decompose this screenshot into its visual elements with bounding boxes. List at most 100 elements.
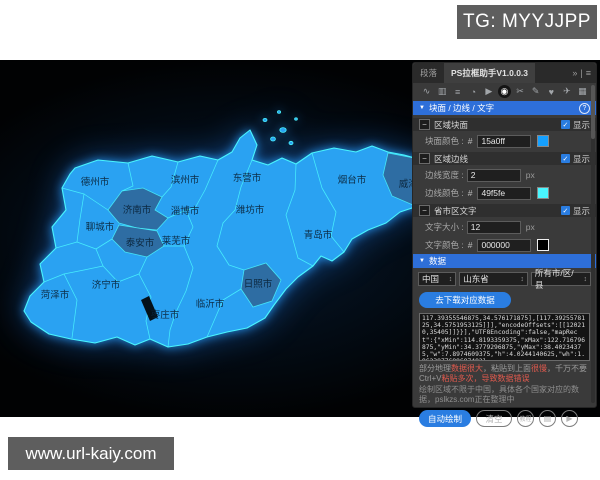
action-buttons: 自动绘制 清空 教程 ▤ ▶ xyxy=(419,410,590,427)
edge-show-label: 显示 xyxy=(573,153,590,165)
map-city-label: 莱芜市 xyxy=(162,235,191,247)
block-color-swatch[interactable] xyxy=(537,135,549,147)
warning-text-segment: ，粘贴到上面 xyxy=(483,364,531,373)
edge-width-label: 边线宽度 : xyxy=(425,169,464,181)
edge-width-input[interactable]: 2 xyxy=(467,169,521,182)
plane-icon[interactable]: ✈ xyxy=(560,85,573,98)
country-select-value: 中国 xyxy=(422,273,439,285)
map-city-label: 德州市 xyxy=(81,176,110,188)
tab-paragraph[interactable]: 段落 xyxy=(413,63,444,83)
align-list-icon[interactable]: ≡ xyxy=(451,85,464,98)
bar-chart-icon[interactable]: ▥ xyxy=(436,85,449,98)
collapse-block-icon[interactable]: − xyxy=(419,119,430,130)
text-show-label: 显示 xyxy=(573,205,590,217)
map-city-label: 烟台市 xyxy=(338,174,367,186)
block-section-header: − 区域块面 ✓ 显示 xyxy=(413,118,596,131)
line-chart-icon[interactable]: ∿ xyxy=(420,85,433,98)
map-city-label: 日照市 xyxy=(244,278,273,290)
edge-color-swatch[interactable] xyxy=(537,187,549,199)
block-color-row: 块面颜色 : # 15a0ff xyxy=(413,133,596,149)
globe-icon[interactable]: ◉ xyxy=(498,85,511,98)
warning-text-segment: 部分地理 xyxy=(419,364,451,373)
triangle-icon: ▼ xyxy=(419,105,425,111)
pie-chart-icon[interactable]: ◔ xyxy=(467,85,480,98)
province-select[interactable]: 山东省 ↕ xyxy=(459,272,528,286)
edge-width-unit: px xyxy=(526,170,535,180)
map-city-label: 临沂市 xyxy=(196,298,225,310)
map-city-label: 滨州市 xyxy=(171,174,200,186)
data-warning: 部分地理数据很大，粘贴到上面很慢，千万不要Ctrl+V粘贴多次，导致数据错误 xyxy=(419,364,590,383)
map-city-label: 东营市 xyxy=(233,172,262,184)
map-city-label: 聊城市 xyxy=(86,221,115,233)
heart-icon[interactable]: ♥ xyxy=(545,85,558,98)
edge-color-hash: # xyxy=(468,188,473,198)
edge-color-input[interactable]: 49f5fe xyxy=(477,187,531,200)
grid-icon[interactable]: ▦ xyxy=(576,85,589,98)
text-size-input[interactable]: 12 xyxy=(467,221,521,234)
text-size-label: 文字大小 : xyxy=(425,221,464,233)
edge-show-checkbox[interactable]: ✓ xyxy=(561,154,570,163)
select-arrows-icon: ↕ xyxy=(581,276,588,283)
geojson-textarea[interactable]: 117.39355546875,34.576171875],[117.39255… xyxy=(419,313,590,361)
panel-menu-icon[interactable]: ≡ xyxy=(586,68,591,78)
block-color-input[interactable]: 15a0ff xyxy=(477,135,531,148)
video-icon[interactable]: ▶ xyxy=(561,410,578,427)
text-show-checkbox[interactable]: ✓ xyxy=(561,206,570,215)
city-select[interactable]: 所有市/区/县 ↕ xyxy=(531,272,591,286)
warning-text-segment: 数据很大 xyxy=(451,364,483,373)
tab-plugin[interactable]: PS拉框助手V1.0.0.3 xyxy=(444,63,535,83)
block-color-label: 块面颜色 : xyxy=(425,135,464,147)
section-header-data[interactable]: ▼ 数据 xyxy=(413,254,596,268)
download-data-button[interactable]: 去下载对应数据 xyxy=(419,292,511,308)
edge-section-title: 区域边线 xyxy=(434,153,468,165)
select-arrows-icon: ↕ xyxy=(517,276,524,283)
clear-button[interactable]: 清空 xyxy=(476,410,512,427)
url-watermark: www.url-kaiy.com xyxy=(8,437,174,470)
map-city-label: 泰安市 xyxy=(126,237,155,249)
text-color-label: 文字颜色 : xyxy=(425,239,464,251)
edge-section-header: − 区域边线 ✓ 显示 xyxy=(413,152,596,165)
page: { "watermark_top": { "text": "TG: MYYJJP… xyxy=(0,0,600,480)
scissors-icon[interactable]: ✂ xyxy=(514,85,527,98)
panel-scrollbar[interactable] xyxy=(591,85,595,403)
text-size-row: 文字大小 : 12 px xyxy=(413,219,596,235)
block-show-checkbox[interactable]: ✓ xyxy=(561,120,570,129)
text-color-row: 文字颜色 : # 000000 xyxy=(413,237,596,253)
text-section-header: − 省市区文字 ✓ 显示 xyxy=(413,204,596,217)
map-city-label: 枣庄市 xyxy=(151,309,180,321)
telegram-watermark: TG: MYYJJPP xyxy=(457,5,597,39)
warning-text-segment: 粘贴多次，导致数据错误 xyxy=(441,374,529,383)
region-selects: 中国 ↕ 山东省 ↕ 所有市/区/县 ↕ xyxy=(413,272,596,286)
map-city-label: 济南市 xyxy=(123,204,152,216)
text-color-hash: # xyxy=(468,240,473,250)
map-city-label: 济宁市 xyxy=(92,279,121,291)
map-city-label: 潍坊市 xyxy=(236,204,265,216)
map-city-label: 菏泽市 xyxy=(41,289,70,301)
auto-draw-button[interactable]: 自动绘制 xyxy=(419,410,471,427)
province-shape[interactable] xyxy=(24,130,448,347)
map-city-label: 青岛市 xyxy=(304,229,333,241)
text-color-swatch[interactable] xyxy=(537,239,549,251)
collapse-edge-icon[interactable]: − xyxy=(419,153,430,164)
tab-divider: | xyxy=(580,68,582,78)
block-color-hash: # xyxy=(468,136,473,146)
warning-text-segment: 很慢 xyxy=(531,364,547,373)
text-section-title: 省市区文字 xyxy=(434,205,477,217)
city-select-value: 所有市/区/县 xyxy=(535,267,581,291)
collapse-panel-icon[interactable]: » xyxy=(572,68,577,78)
file-icon[interactable]: ▤ xyxy=(539,410,556,427)
triangle-icon: ▼ xyxy=(419,258,425,264)
text-color-input[interactable]: 000000 xyxy=(477,239,531,252)
collapse-text-icon[interactable]: − xyxy=(419,205,430,216)
edge-color-row: 边线颜色 : # 49f5fe xyxy=(413,185,596,201)
tutorial-button[interactable]: 教程 xyxy=(517,410,534,427)
cursor-icon[interactable]: ▶ xyxy=(482,85,495,98)
help-icon[interactable]: ? xyxy=(579,103,590,114)
data-header-label: 数据 xyxy=(429,255,446,267)
country-select[interactable]: 中国 ↕ xyxy=(418,272,456,286)
pen-tool-icon[interactable]: ✎ xyxy=(529,85,542,98)
section-header-styles[interactable]: ▼ 块面 / 边线 / 文字 ? xyxy=(413,101,596,115)
plugin-panel: 段落 PS拉框助手V1.0.0.3 » | ≡ ∿ ▥ ≡ ◔ ▶ ◉ ✂ ✎ … xyxy=(412,62,597,408)
styles-header-label: 块面 / 边线 / 文字 xyxy=(429,102,494,114)
edge-color-label: 边线颜色 : xyxy=(425,187,464,199)
